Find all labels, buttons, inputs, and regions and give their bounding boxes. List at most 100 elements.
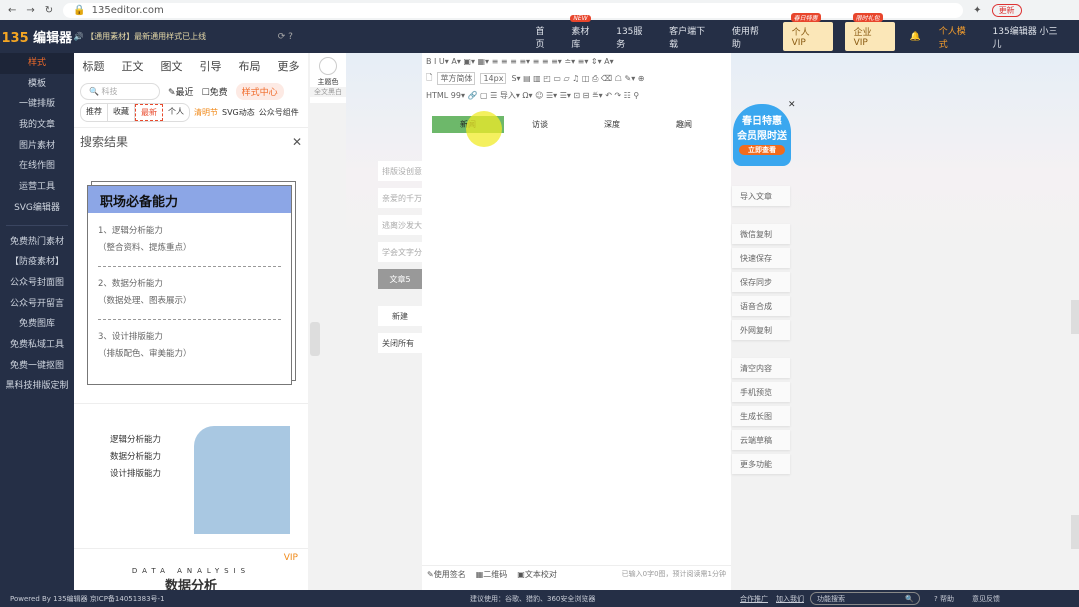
sidebar-item[interactable]: SVG编辑器 xyxy=(0,198,74,219)
article-tab[interactable]: 排版没创意 xyxy=(378,161,422,181)
sidebar-item[interactable]: 图片素材 xyxy=(0,136,74,157)
sidebar-item[interactable]: 黑科技排版定制 xyxy=(0,376,74,397)
sidebar-item[interactable]: 样式 xyxy=(0,53,74,74)
tab-body[interactable]: 正文 xyxy=(122,58,144,74)
mode-toggle[interactable]: 个人模式 xyxy=(930,24,984,50)
search-icon[interactable]: 🔍 xyxy=(905,595,914,603)
signature-button[interactable]: ✎使用签名 xyxy=(427,569,466,580)
sidebar-item[interactable]: 模板 xyxy=(0,74,74,95)
logo[interactable]: 135 编辑器 xyxy=(0,27,74,46)
action-button[interactable]: 语音合成 xyxy=(732,296,790,316)
promo-close-icon[interactable]: ✕ xyxy=(788,100,796,110)
card-title: 职场必备能力 xyxy=(88,186,291,213)
extensions-icon[interactable]: ✦ xyxy=(973,5,981,16)
style-card[interactable]: DATA ANALYSIS 数据分析 VIP xyxy=(74,548,308,594)
reload-icon[interactable]: ↻ xyxy=(45,5,53,16)
article-tab[interactable]: 学会文字分 xyxy=(378,242,422,262)
popsicle-image xyxy=(194,426,290,534)
sidebar-item[interactable]: 免费私域工具 xyxy=(0,335,74,356)
action-button[interactable]: 生成长图 xyxy=(732,406,790,426)
tab-more[interactable]: 更多 xyxy=(278,58,300,74)
bell-icon[interactable]: 🔔 xyxy=(901,32,930,42)
personal-vip-button[interactable]: 春日特惠 个人VIP xyxy=(782,13,833,51)
action-button[interactable]: 云端草稿 xyxy=(732,430,790,450)
sidebar-item[interactable]: 在线作图 xyxy=(0,156,74,177)
style-center-button[interactable]: 样式中心 xyxy=(235,82,284,100)
template-tab[interactable]: 趣闻 xyxy=(648,116,720,133)
help-link[interactable]: ? 帮助 xyxy=(934,594,954,604)
tag-component[interactable]: 公众号组件 xyxy=(259,107,299,118)
sidebar-item[interactable]: 【防疫素材】 xyxy=(0,252,74,273)
size-select[interactable]: 14px xyxy=(480,73,507,84)
tab-layout[interactable]: 布局 xyxy=(239,58,261,74)
action-button[interactable]: 微信复制 xyxy=(732,224,790,244)
style-card[interactable]: 职场必备能力 1、逻辑分析能力 （整合资料、提炼重点） 2、数据分析能力 （数据… xyxy=(87,181,296,385)
function-search-input[interactable]: 功能搜索 🔍 xyxy=(810,592,920,605)
nav-download[interactable]: 客户端下载 xyxy=(660,24,723,50)
new-article-button[interactable]: 新建 xyxy=(378,306,422,326)
filter-personal[interactable]: 个人 xyxy=(163,104,189,121)
filter-latest[interactable]: 最新 xyxy=(135,103,163,121)
template-tab[interactable]: 访谈 xyxy=(504,116,576,133)
sidebar-item[interactable]: 一键排版 xyxy=(0,94,74,115)
feedback-link[interactable]: 意见反馈 xyxy=(972,594,1000,604)
nav-home[interactable]: 首页 xyxy=(527,24,563,50)
sidebar-item[interactable]: 运营工具 xyxy=(0,177,74,198)
search-input[interactable]: 🔍 科技 xyxy=(80,82,160,100)
right-collapse-handle[interactable] xyxy=(1071,300,1079,334)
tag-festival[interactable]: 清明节 xyxy=(194,107,218,118)
theme-color-button[interactable]: 主题色 全文黑白 xyxy=(310,53,346,103)
template-tab[interactable]: 深度 xyxy=(576,116,648,133)
promo-banner[interactable]: 春日特惠 会员限时送 立即查看 xyxy=(733,104,791,166)
coop-link[interactable]: 合作推广 xyxy=(740,594,768,604)
article-tab-active[interactable]: 文章5 xyxy=(378,269,422,289)
toolbar-row[interactable]: HTML 99▾ 🔗 ▢ ☰ 导入▾ Ω▾ ☺ ☰▾ ☰▾ ⊡ ⊟ ≝▾ ↶ ↷… xyxy=(422,87,731,104)
tab-image-text[interactable]: 图文 xyxy=(161,58,183,74)
sidebar-item[interactable]: 免费图库 xyxy=(0,314,74,335)
toolbar-row[interactable]: B I U▾ A▾ ▣▾ ▦▾ ≡ ≡ ≡ ≡▾ ≡ ≡ ≡▾ ≐▾ ≡▾ ⇕▾… xyxy=(422,53,731,70)
font-select[interactable]: 苹方简体 xyxy=(437,72,476,85)
article-tab[interactable]: 逃离沙发大 xyxy=(378,215,422,235)
action-button[interactable]: 手机预览 xyxy=(732,382,790,402)
nav-help[interactable]: 使用帮助 xyxy=(723,24,777,50)
enterprise-vip-button[interactable]: 限时礼包 企业VIP xyxy=(844,13,895,51)
tab-guide[interactable]: 引导 xyxy=(200,58,222,74)
sidebar-item[interactable]: 公众号开留言 xyxy=(0,294,74,315)
style-card[interactable]: 逻辑分析能力 数据分析能力 设计排版能力 xyxy=(74,403,308,543)
user-name[interactable]: 135编辑器 小三儿 xyxy=(984,24,1075,50)
free-checkbox[interactable]: ☐免费 xyxy=(202,85,228,98)
file-icon[interactable]: 🗋 xyxy=(426,72,432,86)
sidebar-item[interactable]: 公众号封面图 xyxy=(0,273,74,294)
collapse-handle[interactable] xyxy=(310,322,320,356)
action-button[interactable]: 清空内容 xyxy=(732,358,790,378)
sidebar-item[interactable]: 免费一键抠图 xyxy=(0,356,74,377)
import-article-button[interactable]: 导入文章 xyxy=(732,186,790,206)
nav-materials[interactable]: NEW 素材库 xyxy=(562,14,607,50)
sidebar-item[interactable]: 免费热门素材 xyxy=(0,232,74,253)
back-icon[interactable]: ← xyxy=(8,5,16,16)
recent-button[interactable]: ✎最近 xyxy=(168,85,194,98)
forward-icon[interactable]: → xyxy=(26,5,34,16)
nav-services[interactable]: 135服务 xyxy=(607,24,660,50)
close-all-button[interactable]: 关闭所有 xyxy=(378,333,422,353)
action-button[interactable]: 更多功能 xyxy=(732,454,790,474)
action-button[interactable]: 保存同步 xyxy=(732,272,790,292)
sidebar-item[interactable]: 我的文章 xyxy=(0,115,74,136)
qrcode-button[interactable]: ▦二维码 xyxy=(476,569,508,580)
tab-title[interactable]: 标题 xyxy=(83,58,105,74)
address-bar[interactable]: 🔒 135editor.com xyxy=(63,2,964,18)
action-button[interactable]: 外网复制 xyxy=(732,320,790,340)
proofread-button[interactable]: ▣文本校对 xyxy=(517,569,557,580)
article-tab[interactable]: 亲爱的千万 xyxy=(378,188,422,208)
right-collapse-handle[interactable] xyxy=(1071,515,1079,549)
refresh-icon[interactable]: ⟳ ? xyxy=(278,32,527,42)
results-title: 搜索结果 xyxy=(80,135,129,149)
join-link[interactable]: 加入我们 xyxy=(776,594,804,604)
filter-favorite[interactable]: 收藏 xyxy=(108,103,135,121)
tag-svg[interactable]: SVG动态 xyxy=(222,107,255,118)
update-button[interactable]: 更新 xyxy=(991,3,1022,17)
action-button[interactable]: 快速保存 xyxy=(732,248,790,268)
notice[interactable]: 🔊 【通用素材】最新通用样式已上线 xyxy=(74,31,273,42)
filter-recommend[interactable]: 推荐 xyxy=(81,103,108,121)
close-icon[interactable]: ✕ xyxy=(292,135,302,149)
